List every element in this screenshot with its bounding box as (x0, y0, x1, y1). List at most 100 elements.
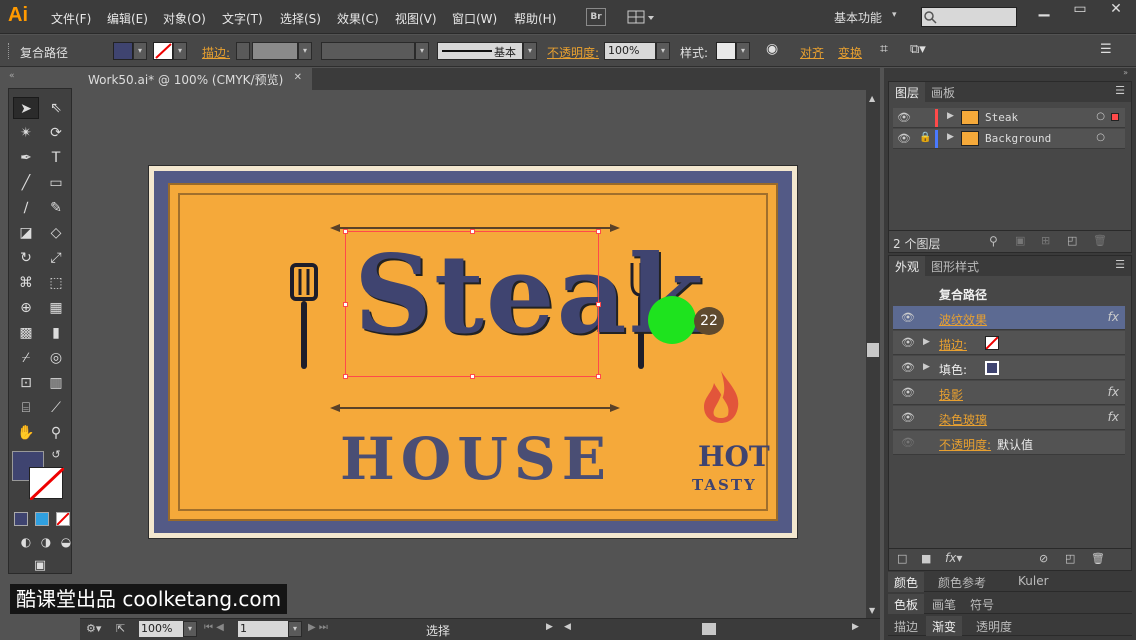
appearance-row-label[interactable]: 染色玻璃 (939, 411, 987, 428)
tab-transparency[interactable]: 透明度 (970, 616, 1018, 636)
tab-appearance[interactable]: 外观 (889, 256, 926, 276)
duplicate-item-icon[interactable]: ◰ (1065, 552, 1075, 565)
new-layer-icon[interactable]: ◰ (1067, 234, 1077, 247)
variable-width-field[interactable] (321, 42, 415, 60)
hand-tool-icon[interactable]: ✋ (13, 422, 39, 444)
canvas-area[interactable]: Steak HOUSE HOT TASTY 22 (80, 90, 868, 618)
stroke-color-box[interactable] (28, 466, 66, 502)
gradient-mode-icon[interactable] (35, 512, 49, 526)
warp-tool-icon[interactable]: ⌘ (13, 272, 39, 294)
add-effect-icon[interactable]: fx▾ (945, 551, 962, 565)
workspace-switcher[interactable]: 基本功能 (834, 9, 882, 26)
tab-color-guide[interactable]: 颜色参考 (932, 572, 992, 592)
appearance-row-label[interactable]: 不透明度: (939, 436, 991, 453)
pen-tool-icon[interactable]: ✒ (13, 147, 39, 169)
stroke-stepper[interactable] (236, 42, 250, 60)
appearance-row-opacity[interactable]: 👁 不透明度: 默认值 (893, 431, 1125, 455)
screen-mode-icon[interactable]: ▣ (27, 555, 53, 577)
opacity-dropdown[interactable]: ▾ (656, 42, 670, 60)
selection-indicator[interactable] (1111, 113, 1119, 121)
eye-icon[interactable]: 👁 (901, 336, 915, 349)
vertical-scrollbar[interactable]: ▲ ▼ (866, 90, 880, 618)
selection-bounding-box[interactable] (343, 229, 601, 379)
opacity-link[interactable]: 不透明度: (547, 44, 599, 61)
zoom-dropdown[interactable]: ▾ (183, 621, 197, 637)
tab-graphic-styles[interactable]: 图形样式 (925, 256, 985, 276)
tab-layers[interactable]: 图层 (889, 82, 926, 102)
blob-brush-tool-icon[interactable]: ◪ (13, 222, 39, 244)
layer-row-steak[interactable]: 👁 ▶ Steak ○ (893, 108, 1125, 128)
lasso-tool-icon[interactable]: ⟳ (43, 122, 69, 144)
recolor-icon[interactable]: ◉ (766, 41, 778, 57)
maximize-button[interactable]: ▭ (1062, 2, 1098, 18)
menu-edit[interactable]: 编辑(E) (107, 10, 148, 27)
artboard-tool-icon[interactable]: ⌸ (13, 397, 39, 419)
scale-tool-icon[interactable]: ⤢ (43, 247, 69, 269)
isolate-icon[interactable]: ⌗ (880, 41, 888, 57)
zoom-level-field[interactable]: 100% (139, 621, 183, 637)
appearance-row-label[interactable]: 描边: (939, 336, 967, 353)
stroke-swatch[interactable] (153, 42, 173, 60)
selection-tool-icon[interactable]: ➤ (13, 97, 39, 119)
target-icon[interactable]: ○ (1096, 111, 1105, 122)
style-dropdown[interactable]: ▾ (736, 42, 750, 60)
fx-icon[interactable]: fx (1108, 310, 1119, 324)
add-stroke-icon[interactable]: □ (897, 552, 907, 565)
color-mode-icon[interactable] (14, 512, 28, 526)
status-menu-icon[interactable]: ▶ (546, 622, 553, 632)
artboard-dropdown[interactable]: ▾ (288, 621, 302, 637)
appearance-row-label[interactable]: 填色: (939, 361, 967, 378)
type-tool-icon[interactable]: T (43, 147, 69, 169)
appearance-row-stained-glass[interactable]: 👁 染色玻璃 fx (893, 406, 1125, 430)
eye-icon[interactable]: 👁 (897, 132, 911, 145)
menu-object[interactable]: 对象(O) (163, 10, 206, 27)
scroll-up-icon[interactable]: ▲ (869, 94, 875, 103)
opacity-field[interactable]: 100% (604, 42, 656, 60)
line-tool-icon[interactable]: ╱ (13, 172, 39, 194)
transform-link[interactable]: 变换 (838, 44, 862, 61)
symbol-sprayer-tool-icon[interactable]: ⊡ (13, 372, 39, 394)
target-icon[interactable]: ○ (1096, 132, 1105, 143)
appearance-row-label[interactable]: 投影 (939, 386, 963, 403)
paintbrush-tool-icon[interactable]: ∕ (13, 197, 39, 219)
tab-stroke[interactable]: 描边 (888, 616, 924, 636)
minimize-button[interactable]: ▁ (1026, 2, 1062, 18)
pencil-tool-icon[interactable]: ✎ (43, 197, 69, 219)
scroll-left-icon[interactable]: ◀ (564, 622, 571, 632)
panel-menu-icon[interactable]: ☰ (1100, 42, 1112, 57)
gradient-tool-icon[interactable]: ▮ (43, 322, 69, 344)
dock-collapse-icon[interactable]: » (884, 68, 1136, 80)
magic-wand-tool-icon[interactable]: ✴ (13, 122, 39, 144)
brush-definition-field[interactable]: 基本 (437, 42, 523, 60)
close-icon[interactable]: ✕ (294, 72, 302, 83)
eyedropper-tool-icon[interactable]: ⌿ (13, 347, 39, 369)
direct-selection-tool-icon[interactable]: ⇖ (43, 97, 69, 119)
fill-swatch[interactable] (113, 42, 133, 60)
rectangle-tool-icon[interactable]: ▭ (43, 172, 69, 194)
lock-icon[interactable]: 🔒 (919, 132, 931, 143)
variable-width-dropdown[interactable]: ▾ (415, 42, 429, 60)
free-transform-tool-icon[interactable]: ⬚ (43, 272, 69, 294)
menu-effect[interactable]: 效果(C) (337, 10, 379, 27)
resize-handle[interactable] (470, 374, 475, 379)
panel-menu-icon[interactable]: ☰ (1115, 258, 1125, 271)
close-button[interactable]: ✕ (1098, 2, 1134, 18)
column-graph-tool-icon[interactable]: ▥ (43, 372, 69, 394)
style-swatch[interactable] (716, 42, 736, 60)
bridge-button[interactable]: Br (586, 8, 606, 26)
appearance-row-stroke[interactable]: 👁 ▶ 描边: (893, 331, 1125, 355)
swap-colors-icon[interactable]: ↺ (47, 447, 65, 463)
tab-brushes[interactable]: 画笔 (926, 594, 962, 614)
zoom-tool-icon[interactable]: ⚲ (43, 422, 69, 444)
slice-tool-icon[interactable]: ⟋ (43, 397, 69, 419)
appearance-row-label[interactable]: 波纹效果 (939, 311, 987, 328)
stroke-weight-field[interactable] (252, 42, 298, 60)
menu-view[interactable]: 视图(V) (395, 10, 437, 27)
appearance-row-ripple-effect[interactable]: 👁 波纹效果 fx (893, 306, 1125, 330)
arrange-documents-button[interactable] (626, 8, 656, 26)
resize-handle[interactable] (343, 229, 348, 234)
resize-handle[interactable] (470, 229, 475, 234)
eye-icon[interactable]: 👁 (901, 411, 915, 424)
new-sublayer-icon[interactable]: ⊞ (1041, 234, 1050, 247)
last-page-icon[interactable]: ▶ ⏭ (308, 622, 328, 633)
